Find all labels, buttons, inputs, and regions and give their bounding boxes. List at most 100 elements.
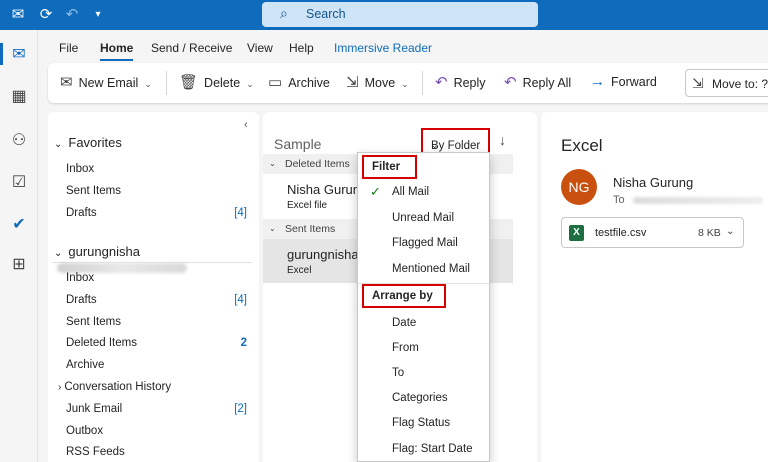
ribbon-divider [166,71,167,95]
favorite-drafts[interactable]: Drafts [66,207,97,219]
move-to-label: Move to: ? [712,77,768,91]
filter-flagged-mail[interactable]: Flagged Mail [392,237,458,249]
sort-by-folder-button[interactable]: By Folder ⌄ [421,128,490,154]
search-box[interactable]: ⌕ Search [262,2,538,27]
folder-inbox[interactable]: Inbox [66,272,94,284]
tab-file[interactable]: File [59,41,78,55]
tab-home[interactable]: Home [100,41,134,61]
unread-count: [4] [234,207,247,219]
outlook-app-icon: ✉ [11,6,25,23]
chevron-right-icon[interactable]: › [58,382,61,393]
reply-all-icon: ↶ [504,74,517,91]
tab-help[interactable]: Help [289,41,314,55]
chevron-down-icon: ⌄ [269,224,276,233]
undo-icon[interactable]: ↶ [62,5,82,25]
archive-icon: ▭ [268,74,283,91]
arrange-by-header-label: Arrange by [372,290,433,302]
folder-outbox[interactable]: Outbox [66,425,103,437]
collapse-pane-icon[interactable]: ‹ [244,119,248,131]
tab-send-receive[interactable]: Send / Receive [151,41,232,55]
folder-deleted-items[interactable]: Deleted Items [66,337,137,349]
archive-button[interactable]: ▭ Archive [268,73,330,91]
new-email-label: New Email [78,76,139,90]
todo-icon[interactable]: ✔ [0,214,38,234]
sort-filter-dropdown: Filter ✓ All Mail Unread Mail Flagged Ma… [357,152,490,462]
arrange-categories[interactable]: Categories [392,392,448,404]
favorite-inbox[interactable]: Inbox [66,163,94,175]
message-subject: Excel file [287,200,328,211]
message-subject: Excel [287,265,312,276]
arrange-from[interactable]: From [392,342,419,354]
arrange-to[interactable]: To [392,367,404,379]
delete-icon: 🗑 [179,74,199,91]
folder-drafts[interactable]: Drafts [66,294,97,306]
folder-pane: ‹ ⌄ Favorites Inbox Sent Items Drafts [4]… [48,112,259,462]
new-email-icon: ✉ [60,74,73,91]
forward-label: Forward [611,75,657,89]
chevron-down-icon[interactable]: ⌄ [401,79,409,89]
new-email-button[interactable]: ✉ New Email ⌄ [60,73,152,91]
move-button[interactable]: ⇲ Move ⌄ [346,73,409,91]
sender-name[interactable]: Nisha Gurung [613,175,693,190]
chevron-down-icon[interactable]: ⌄ [144,79,152,89]
archive-label: Archive [288,76,330,90]
tab-view[interactable]: View [247,41,273,55]
delete-label: Delete [204,76,241,90]
filter-all-mail[interactable]: All Mail [392,186,429,198]
reply-all-button[interactable]: ↶ Reply All [504,73,571,91]
title-bar: ✉ ⟳ ↶ ▾ ⌕ Search [0,0,768,30]
chevron-down-icon: ⌄ [269,159,276,168]
arrange-date[interactable]: Date [392,317,416,329]
arrange-flag-status[interactable]: Flag Status [392,417,450,429]
people-icon[interactable]: ⚇ [0,130,38,150]
attachment-name: testfile.csv [595,227,647,239]
filter-mentioned-mail[interactable]: Mentioned Mail [392,263,470,275]
forward-icon: → [590,73,605,90]
avatar[interactable]: NG [561,169,597,205]
folder-conversation-history[interactable]: › Conversation History [58,381,171,393]
forward-button[interactable]: → Forward [590,73,657,90]
folder-junk-email[interactable]: Junk Email [66,403,122,415]
delete-button[interactable]: 🗑 Delete ⌄ [179,73,254,91]
unread-count: [2] [234,403,247,415]
attachment-card[interactable]: X testfile.csv 8 KB ⌄ [561,217,744,248]
checkmark-icon: ✓ [370,184,381,199]
folder-archive[interactable]: Archive [66,359,104,371]
move-icon: ⇲ [346,74,359,91]
menu-bar: File Home Send / Receive View Help Immer… [38,30,768,61]
favorites-header[interactable]: ⌄ Favorites [54,135,122,150]
move-to-icon: ⇲ [692,75,704,91]
arrange-by-header: Arrange by [362,284,446,308]
chevron-down-icon[interactable]: ⌄ [726,226,734,237]
message-list-folder-name: Sample [274,136,322,152]
more-apps-icon[interactable]: ⊞ [0,254,38,274]
folder-rss-feeds[interactable]: RSS Feeds [66,446,125,458]
chevron-down-icon: ⌄ [54,139,63,150]
to-label: To [613,194,625,206]
reading-pane: Excel NG Nisha Gurung To X testfile.csv … [541,112,768,462]
calendar-icon[interactable]: ▦ [0,86,38,106]
sync-icon[interactable]: ⟳ [36,5,56,25]
reply-button[interactable]: ↶ Reply [435,73,486,91]
move-to-quick-step[interactable]: ⇲ Move to: ? [685,69,768,97]
favorite-sent-items[interactable]: Sent Items [66,185,121,197]
reply-label: Reply [453,76,486,90]
app-bar: ✉ ▦ ⚇ ☑ ✔ ⊞ [0,30,38,462]
folder-sent-items[interactable]: Sent Items [66,316,121,328]
mail-icon[interactable]: ✉ [0,44,38,64]
favorites-label: Favorites [68,135,122,150]
group-label: Deleted Items [285,158,350,170]
filter-unread-mail[interactable]: Unread Mail [392,212,454,224]
account-header[interactable]: ⌄ gurungnisha [54,244,259,274]
chevron-down-icon[interactable]: ⌄ [246,79,254,89]
tasks-icon[interactable]: ☑ [0,172,38,192]
account-label: gurungnisha [68,244,140,259]
tab-immersive-reader[interactable]: Immersive Reader [334,41,432,55]
customize-toolbar-icon[interactable]: ▾ [88,5,108,25]
search-icon: ⌕ [280,5,288,21]
move-label: Move [364,76,396,90]
message-subject-heading: Excel [561,136,603,155]
chevron-down-icon: ⌄ [431,140,439,150]
arrange-flag-start-date[interactable]: Flag: Start Date [392,443,473,455]
sort-direction-icon[interactable]: ↓ [499,132,506,148]
